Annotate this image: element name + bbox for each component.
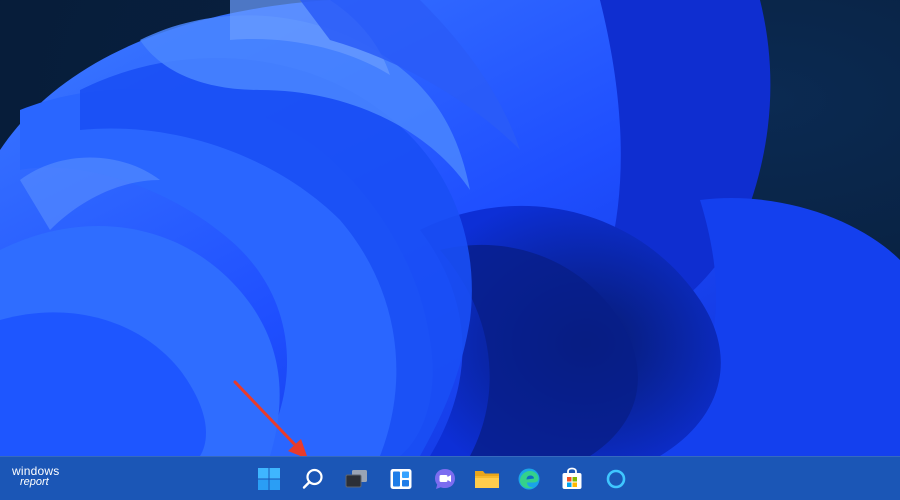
widgets-icon [390, 469, 412, 489]
edge-icon [518, 468, 540, 490]
task-view-icon [345, 470, 367, 488]
windows-report-logo: windows report [12, 465, 59, 488]
start-button[interactable] [253, 463, 285, 495]
store-button[interactable] [556, 463, 588, 495]
cortana-icon [606, 469, 626, 489]
widgets-button[interactable] [385, 463, 417, 495]
edge-button[interactable] [513, 463, 545, 495]
search-icon [302, 468, 323, 489]
store-icon [562, 467, 582, 489]
file-explorer-button[interactable] [471, 463, 503, 495]
taskbar: windows report [0, 456, 900, 500]
search-button[interactable] [297, 463, 329, 495]
cortana-button[interactable] [600, 463, 632, 495]
logo-line2: report [20, 476, 49, 488]
task-view-button[interactable] [341, 463, 373, 495]
folder-icon [475, 471, 499, 488]
chat-button[interactable] [429, 463, 461, 495]
bloom-wallpaper [0, 0, 900, 456]
windows-logo-icon [258, 468, 280, 490]
teams-chat-icon [435, 469, 455, 489]
desktop: windows report [0, 0, 900, 500]
